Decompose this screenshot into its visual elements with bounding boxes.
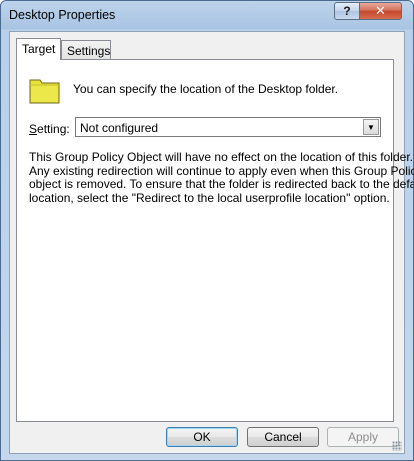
description-line: This Group Policy Object will have no ef…	[29, 150, 413, 164]
folder-icon	[29, 79, 60, 104]
help-icon: ?	[343, 4, 351, 18]
dropdown-arrow-button[interactable]: ▼	[363, 119, 379, 135]
chevron-down-icon: ▼	[367, 122, 375, 132]
description-line: location, select the "Redirect to the lo…	[29, 190, 390, 205]
resize-grip[interactable]	[392, 441, 402, 451]
setting-dropdown-value: Not configured	[80, 121, 159, 135]
description-line: Any existing redirection will continue t…	[29, 163, 414, 178]
tab-label: Settings	[67, 44, 111, 58]
tab-settings[interactable]: Settings	[61, 40, 111, 60]
cancel-button[interactable]: Cancel	[247, 427, 319, 447]
close-icon: ✕	[375, 3, 386, 18]
description-line: object is removed. To ensure that the fo…	[29, 177, 414, 191]
help-button[interactable]: ?	[334, 2, 360, 20]
apply-button[interactable]: Apply	[327, 427, 399, 447]
dialog-window: Desktop Properties ? ✕ Target Settings Y…	[0, 0, 414, 461]
setting-label-accelerator: S	[29, 122, 38, 136]
ok-button[interactable]: OK	[166, 427, 238, 447]
window-title: Desktop Properties	[9, 8, 116, 22]
description-text: This Group Policy Object will have no ef…	[29, 150, 414, 205]
setting-dropdown[interactable]: Not configured ▼	[75, 117, 381, 137]
tab-target[interactable]: Target	[16, 38, 61, 60]
setting-label: Setting:	[29, 122, 70, 136]
tab-label: Target	[22, 42, 56, 56]
target-tab-panel: You can specify the location of the Desk…	[16, 59, 414, 422]
setting-label-text: etting:	[37, 122, 70, 136]
title-bar[interactable]: Desktop Properties ? ✕	[1, 1, 413, 31]
close-button[interactable]: ✕	[359, 2, 402, 20]
intro-text: You can specify the location of the Desk…	[73, 82, 339, 96]
dialog-client-area: Target Settings You can specify the loca…	[9, 31, 414, 454]
